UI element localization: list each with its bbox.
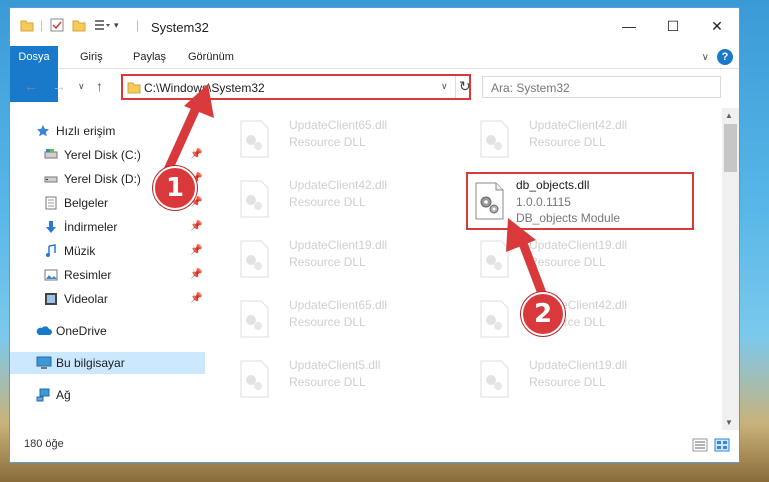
qa-dropdown-icon[interactable]: ▾ [114, 20, 119, 31]
step-1-badge: 1 [153, 166, 197, 210]
forward-icon[interactable]: → [52, 78, 66, 98]
dll-file-icon [480, 360, 509, 398]
download-icon [46, 221, 56, 233]
highlighted-file-db-objects[interactable]: db_objects.dll 1.0.0.1115 DB_objects Mod… [466, 172, 694, 230]
large-icons-view-icon[interactable] [714, 438, 730, 452]
list-item[interactable]: UpdateClient42.dll Resource DLL [225, 172, 445, 228]
separator: | [136, 18, 140, 32]
list-item[interactable]: UpdateClient19.dll Resource DLL [465, 232, 685, 288]
customize-icon[interactable] [94, 18, 110, 32]
tab-share[interactable]: Paylaş [133, 46, 166, 68]
ribbon-tabs: Dosya Giriş Paylaş Görünüm ∨ ? [10, 46, 739, 102]
pin-icon[interactable]: 📌 [190, 293, 202, 304]
search-placeholder: Ara: System32 [491, 81, 570, 95]
new-folder-icon[interactable] [72, 18, 86, 32]
documents-icon [45, 196, 57, 210]
tab-home[interactable]: Giriş [80, 46, 103, 68]
pin-icon[interactable]: 📌 [190, 149, 202, 160]
sidebar-item-onedrive[interactable]: OneDrive [10, 320, 205, 342]
dll-file-icon [240, 300, 269, 338]
scroll-down-icon[interactable]: ▼ [725, 418, 733, 427]
refresh-icon[interactable]: ↻ [459, 78, 471, 95]
list-item[interactable]: UpdateClient5.dll Resource DLL [225, 352, 445, 408]
file-list: UpdateClient65.dll Resource DLL UpdateCl… [215, 108, 719, 420]
window-title: System32 [151, 20, 209, 35]
file-version: 1.0.0.1115 [516, 195, 571, 209]
videos-icon [45, 293, 57, 305]
dll-file-icon [475, 182, 504, 220]
list-item[interactable]: UpdateClient65.dll Resource DLL [225, 292, 445, 348]
list-item[interactable]: UpdateClient19.dll Resource DLL [465, 352, 685, 408]
pin-icon[interactable]: 📌 [190, 245, 202, 256]
list-item[interactable]: UpdateClient65.dll Resource DLL [225, 112, 445, 168]
back-icon[interactable]: ← [24, 78, 38, 98]
pin-icon[interactable]: 📌 [190, 221, 202, 232]
file-name: db_objects.dll [516, 178, 590, 192]
sidebar-item-drive-c[interactable]: Yerel Disk (C:) 📌 [10, 144, 205, 166]
vertical-scrollbar[interactable]: ▲ ▼ [722, 108, 739, 430]
help-icon[interactable]: ? [717, 49, 733, 65]
step-2-badge: 2 [521, 292, 565, 336]
search-input[interactable]: Ara: System32 [482, 76, 721, 98]
drive-icon [44, 149, 58, 159]
list-item[interactable]: UpdateClient42.dll Resource DLL [465, 292, 685, 348]
sidebar-item-network[interactable]: Ağ [10, 384, 205, 406]
sidebar-item-videos[interactable]: Videolar 📌 [10, 288, 205, 310]
star-icon [37, 125, 49, 137]
folder-icon[interactable] [20, 18, 34, 32]
separator: | [40, 18, 44, 32]
sidebar-item-this-pc[interactable]: Bu bilgisayar [10, 352, 205, 374]
title-bar: | ▾ | System32 — ☐ ✕ [10, 8, 739, 44]
computer-icon [36, 356, 52, 369]
item-count: 180 öğe [24, 438, 64, 450]
drive-icon [44, 176, 58, 183]
dll-file-icon [480, 300, 509, 338]
scroll-thumb[interactable] [724, 124, 737, 172]
dll-file-icon [240, 180, 269, 218]
address-path: C:\Windows\System32 [144, 81, 265, 95]
network-icon [36, 388, 50, 402]
dll-file-icon [240, 360, 269, 398]
list-item[interactable]: UpdateClient42.dll Resource DLL [465, 112, 685, 168]
address-bar[interactable]: C:\Windows\System32 ∨ ↻ [121, 74, 471, 100]
sidebar-item-pictures[interactable]: Resimler 📌 [10, 264, 205, 286]
tab-view[interactable]: Görünüm [188, 46, 234, 68]
folder-icon [127, 82, 141, 94]
sidebar-item-quick-access[interactable]: Hızlı erişim [10, 120, 205, 142]
navigation-pane: Hızlı erişim Yerel Disk (C:) 📌 Yerel Dis… [10, 112, 205, 422]
dll-file-icon [480, 120, 509, 158]
file-description: DB_objects Module [516, 211, 621, 225]
scroll-up-icon[interactable]: ▲ [725, 111, 733, 120]
cloud-icon [36, 326, 52, 335]
details-view-icon[interactable] [692, 438, 708, 452]
dll-file-icon [480, 240, 509, 278]
dll-file-icon [240, 120, 269, 158]
address-dropdown-icon[interactable]: ∨ [441, 81, 448, 92]
close-button[interactable]: ✕ [695, 8, 739, 44]
ribbon-expand-icon[interactable]: ∨ [702, 52, 709, 63]
minimize-button[interactable]: — [607, 8, 651, 44]
sidebar-item-music[interactable]: Müzik 📌 [10, 240, 205, 262]
status-bar: 180 öğe [10, 432, 739, 462]
up-icon[interactable]: ↑ [96, 78, 103, 98]
properties-icon[interactable] [50, 18, 64, 32]
maximize-button[interactable]: ☐ [651, 8, 695, 44]
music-icon [46, 244, 56, 257]
pin-icon[interactable]: 📌 [190, 269, 202, 280]
dll-file-icon [240, 240, 269, 278]
sidebar-item-downloads[interactable]: İndirmeler 📌 [10, 216, 205, 238]
list-item[interactable]: UpdateClient19.dll Resource DLL [225, 232, 445, 288]
explorer-window: | ▾ | System32 — ☐ ✕ Dosya Giriş Paylaş … [10, 8, 739, 462]
recent-dropdown-icon[interactable]: ∨ [78, 81, 85, 101]
pictures-icon [44, 269, 58, 281]
